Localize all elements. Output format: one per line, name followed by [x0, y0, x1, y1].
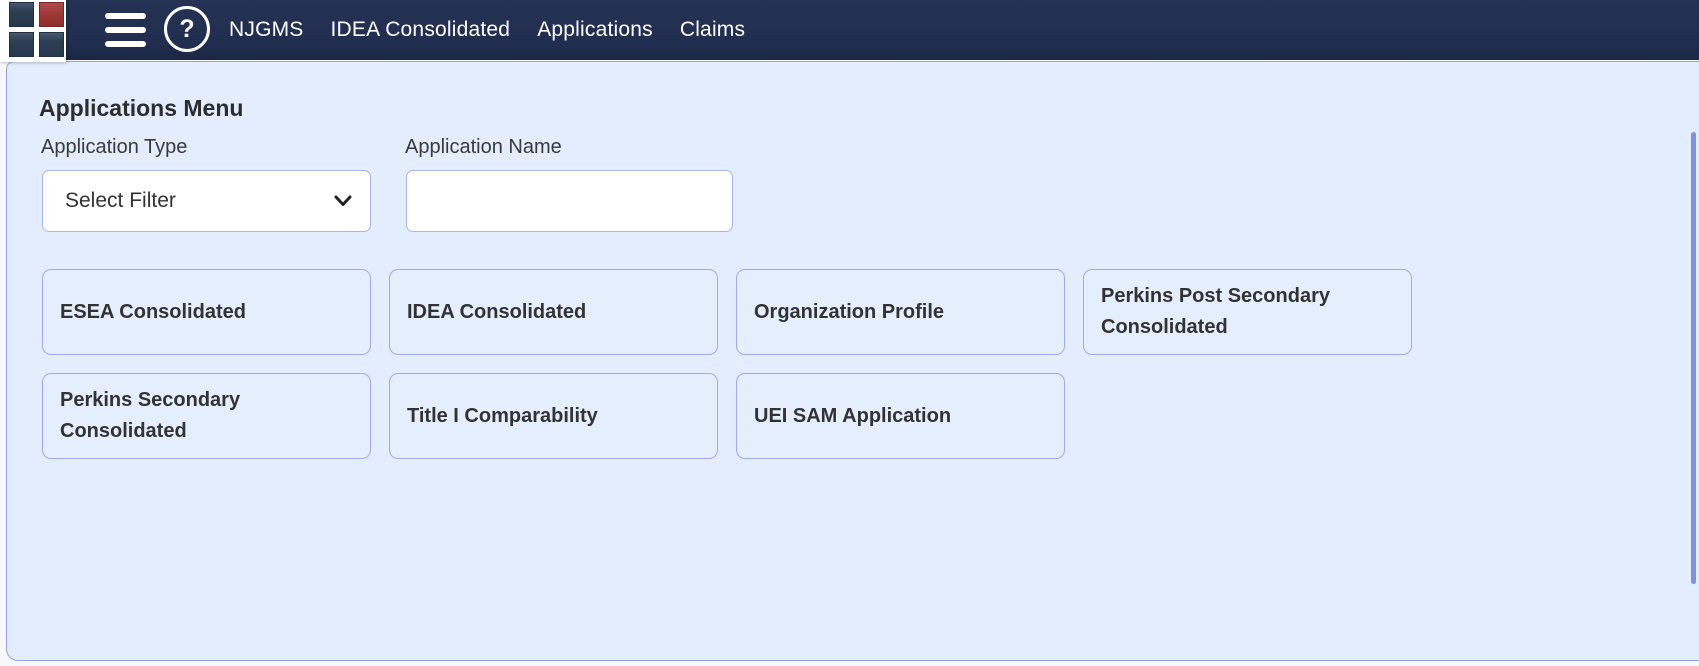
chevron-down-icon	[334, 195, 352, 206]
app-card-perkins-post-secondary-consolidated[interactable]: Perkins Post Secondary Consolidated	[1083, 269, 1412, 355]
app-card-perkins-secondary-consolidated[interactable]: Perkins Secondary Consolidated	[42, 373, 371, 459]
application-type-selected-value: Select Filter	[65, 189, 176, 212]
application-name-input[interactable]	[406, 170, 733, 232]
app-card-organization-profile[interactable]: Organization Profile	[736, 269, 1065, 355]
application-type-select[interactable]: Select Filter	[42, 170, 371, 232]
app-card-idea-consolidated[interactable]: IDEA Consolidated	[389, 269, 718, 355]
help-icon-glyph: ?	[179, 14, 195, 43]
application-cards-grid: ESEA Consolidated IDEA Consolidated Orga…	[42, 269, 1412, 459]
help-icon[interactable]: ?	[164, 6, 210, 52]
page-title: Applications Menu	[39, 95, 244, 121]
nav-item-claims[interactable]: Claims	[680, 18, 745, 42]
vertical-scrollbar-thumb[interactable]	[1691, 132, 1696, 584]
app-card-title-i-comparability[interactable]: Title I Comparability	[389, 373, 718, 459]
application-type-label: Application Type	[41, 136, 188, 158]
nav-item-applications[interactable]: Applications	[537, 18, 653, 42]
main-nav: NJGMS IDEA Consolidated Applications Cla…	[229, 0, 745, 60]
content-panel: Applications Menu Application Type Appli…	[6, 61, 1699, 661]
hamburger-menu-icon[interactable]	[105, 13, 146, 47]
top-nav-bar: ? NJGMS IDEA Consolidated Applications C…	[0, 0, 1699, 60]
nav-item-njgms[interactable]: NJGMS	[229, 18, 304, 42]
logo-squares-icon	[9, 2, 64, 57]
app-card-uei-sam-application[interactable]: UEI SAM Application	[736, 373, 1065, 459]
nav-item-idea-consolidated[interactable]: IDEA Consolidated	[331, 18, 511, 42]
app-window: ? NJGMS IDEA Consolidated Applications C…	[0, 0, 1699, 666]
app-card-esea-consolidated[interactable]: ESEA Consolidated	[42, 269, 371, 355]
app-logo[interactable]	[0, 0, 66, 62]
application-name-label: Application Name	[405, 136, 562, 158]
